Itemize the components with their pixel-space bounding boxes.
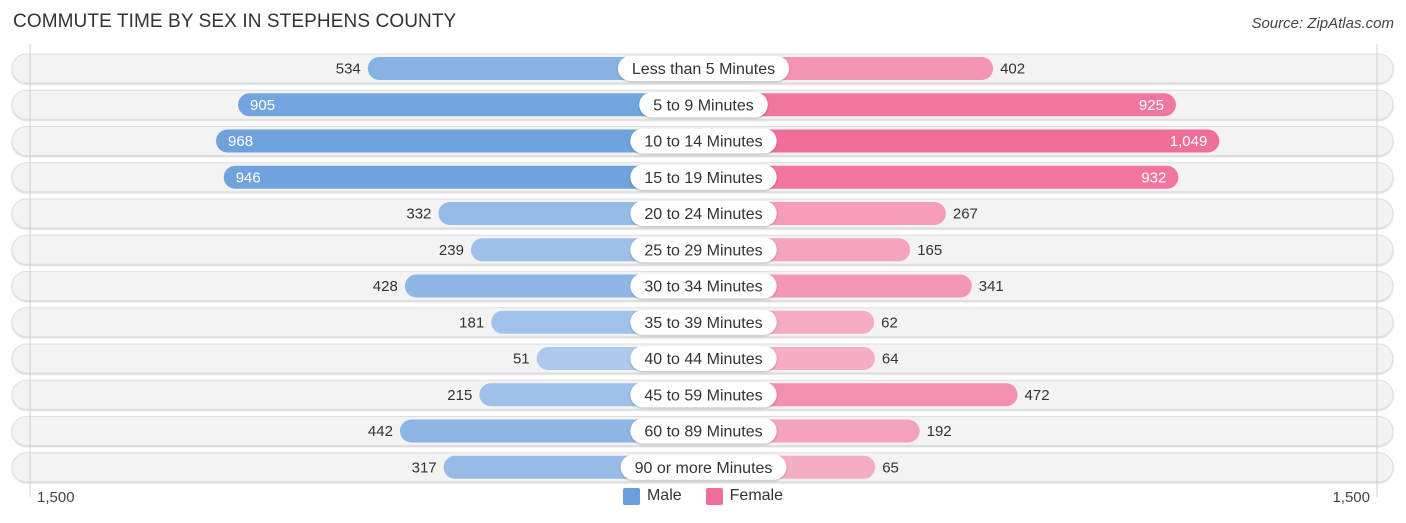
legend-label-male: Male xyxy=(646,487,682,504)
category-label: 35 to 39 Minutes xyxy=(644,315,762,332)
category-label: 5 to 9 Minutes xyxy=(653,97,754,114)
category-label: 25 to 29 Minutes xyxy=(644,242,762,259)
legend-swatch-female xyxy=(705,487,723,505)
legend-swatch-male xyxy=(622,487,640,505)
category-row: 51 64 40 to 44 Minutes xyxy=(513,346,899,371)
value-label-male: 428 xyxy=(373,278,398,295)
value-label-female: 65 xyxy=(882,459,899,476)
value-label-male: 905 xyxy=(250,97,275,114)
category-label: 45 to 59 Minutes xyxy=(644,387,762,404)
value-label-female: 402 xyxy=(1000,61,1025,78)
value-label-male: 215 xyxy=(447,387,472,404)
category-row: 181 62 35 to 39 Minutes xyxy=(459,309,898,335)
legend-item-female[interactable]: Female xyxy=(705,487,784,505)
value-label-female: 192 xyxy=(927,423,952,440)
value-label-male: 968 xyxy=(228,133,253,150)
category-row: 905 925 5 to 9 Minutes xyxy=(238,92,1176,118)
value-label-male: 442 xyxy=(368,423,393,440)
value-label-female: 925 xyxy=(1139,97,1164,114)
value-label-male: 946 xyxy=(236,169,261,186)
category-label: 10 to 14 Minutes xyxy=(644,134,762,151)
value-label-female: 62 xyxy=(881,314,898,331)
category-row: 428 341 30 to 34 Minutes xyxy=(373,273,1004,299)
value-label-female: 165 xyxy=(917,242,942,259)
category-label: 90 or more Minutes xyxy=(635,460,773,477)
value-label-male: 181 xyxy=(459,314,484,331)
value-label-female: 267 xyxy=(953,206,978,223)
value-label-male: 239 xyxy=(439,242,464,259)
category-label: 60 to 89 Minutes xyxy=(644,424,762,441)
bar-female[interactable] xyxy=(703,129,1220,153)
category-label: 15 to 19 Minutes xyxy=(644,170,762,187)
category-label: 30 to 34 Minutes xyxy=(644,279,762,296)
value-label-female: 472 xyxy=(1025,387,1050,404)
chart-svg: 534 402 Less than 5 Minutes 905 925 5 to 9 Mi… xyxy=(11,44,1394,497)
category-row: 215 472 45 to 59 Minutes xyxy=(447,382,1050,408)
category-row: 534 402 Less than 5 Minutes xyxy=(336,56,1025,81)
category-row: 968 1,049 10 to 14 Minutes xyxy=(216,128,1220,154)
legend-label-female: Female xyxy=(729,487,784,504)
category-label: 40 to 44 Minutes xyxy=(644,351,762,368)
value-label-female: 341 xyxy=(979,278,1004,295)
category-row: 317 65 90 or more Minutes xyxy=(412,454,899,480)
value-label-male: 317 xyxy=(412,459,437,476)
category-row: 239 165 25 to 29 Minutes xyxy=(439,237,942,263)
bar-female[interactable] xyxy=(703,93,1176,117)
legend: Male Female xyxy=(0,487,1406,505)
value-label-female: 932 xyxy=(1141,169,1166,186)
value-label-female: 64 xyxy=(882,351,899,368)
bar-male[interactable] xyxy=(238,93,704,117)
category-row: 442 192 60 to 89 Minutes xyxy=(368,418,952,444)
value-label-male: 332 xyxy=(406,206,431,223)
category-row: 946 932 15 to 19 Minutes xyxy=(223,164,1179,190)
legend-item-male[interactable]: Male xyxy=(622,487,682,505)
value-label-male: 534 xyxy=(336,61,361,78)
value-label-female: 1,049 xyxy=(1170,133,1208,150)
category-row: 332 267 20 to 24 Minutes xyxy=(406,201,978,226)
category-label: 20 to 24 Minutes xyxy=(644,206,762,223)
value-label-male: 51 xyxy=(513,351,530,368)
category-label: Less than 5 Minutes xyxy=(632,61,775,78)
